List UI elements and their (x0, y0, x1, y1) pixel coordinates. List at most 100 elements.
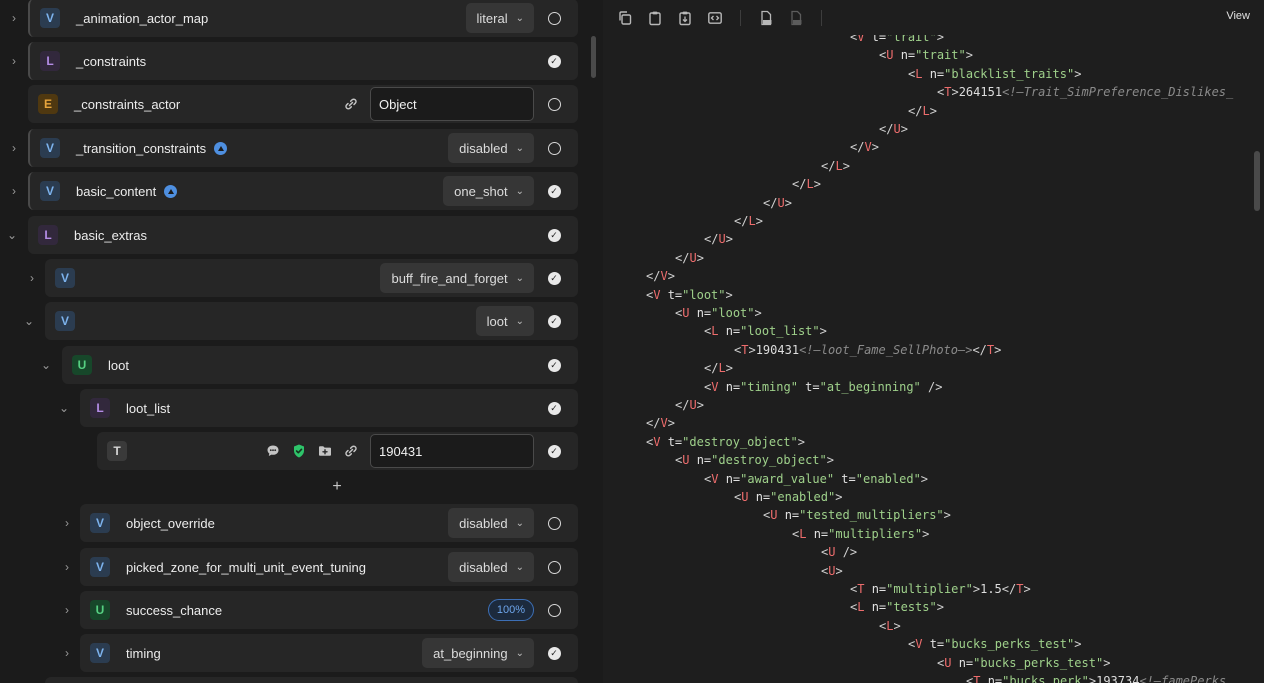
tree-row-picked-zone[interactable]: › V picked_zone_for_multi_unit_event_tun… (0, 548, 578, 586)
code-token: n= (922, 66, 945, 81)
code-token: n= (980, 674, 1003, 683)
value-input[interactable]: 190431 (370, 434, 534, 468)
link-icon[interactable] (342, 442, 360, 460)
chevron-down-icon[interactable]: ⌄ (3, 216, 21, 254)
percent-pill[interactable]: 100% (487, 599, 534, 621)
tree-row-object-override[interactable]: › V object_override disabled ⌄ (0, 504, 578, 542)
chevron-down-icon: ⌄ (515, 142, 524, 154)
code-token: > (797, 434, 805, 449)
code-token: L (718, 361, 726, 376)
value-type-badge: V (90, 513, 110, 533)
code-line: <U n="destroy_object"> (675, 451, 834, 469)
chevron-right-icon[interactable]: › (23, 259, 41, 297)
verified-shield-icon[interactable] (290, 442, 308, 460)
variant-dropdown[interactable]: buff_fire_and_forget ⌄ (380, 263, 534, 293)
status-toggle[interactable]: ✓ (542, 309, 566, 333)
status-toggle[interactable] (542, 555, 566, 579)
paste-icon[interactable] (644, 7, 666, 29)
chevron-down-icon[interactable]: ⌄ (37, 346, 55, 384)
add-folder-icon[interactable] (316, 442, 334, 460)
chevron-right-icon[interactable]: › (58, 504, 76, 542)
chevron-right-icon[interactable]: › (58, 634, 76, 672)
chevron-right-icon[interactable]: › (5, 172, 23, 210)
chevron-down-icon: ⌄ (515, 647, 524, 659)
tree-row-loot-list[interactable]: ⌄ L loot_list ✓ (0, 389, 578, 427)
tree-row-timing[interactable]: › V timing at_beginning ⌄ ✓ (0, 634, 578, 672)
copy-icon[interactable] (614, 7, 636, 29)
tree-row-basic-extras[interactable]: ⌄ L basic_extras ✓ (0, 216, 578, 254)
tree-scrollbar[interactable] (588, 0, 600, 683)
tree-row-constraints[interactable]: › L _constraints ✓ (0, 42, 578, 80)
tree-row-animation-actor-map[interactable]: › V _animation_actor_map literal ⌄ (0, 0, 578, 37)
chevron-right-icon[interactable]: › (5, 129, 23, 167)
tree-row-extra-variant[interactable]: › V buff_fire_and_forget ⌄ ✓ (0, 259, 578, 297)
chevron-right-icon[interactable]: › (5, 42, 23, 80)
scrollbar-thumb[interactable] (591, 36, 596, 78)
tree-row-extra-variant[interactable]: ⌄ V loot ⌄ ✓ (0, 302, 578, 340)
dropdown-value: one_shot (454, 183, 508, 199)
check-circle-icon: ✓ (547, 444, 561, 458)
chevron-right-icon[interactable]: › (5, 0, 23, 37)
status-toggle[interactable] (542, 136, 566, 160)
xml-file-icon[interactable] (755, 7, 777, 29)
variant-dropdown[interactable]: disabled ⌄ (448, 552, 534, 582)
status-toggle[interactable] (542, 598, 566, 622)
chevron-down-icon[interactable]: ⌄ (55, 389, 73, 427)
variant-dropdown[interactable]: literal ⌄ (465, 3, 534, 33)
code-brackets-icon[interactable] (704, 7, 726, 29)
status-toggle[interactable] (542, 6, 566, 30)
code-token: n= (864, 582, 887, 596)
row-card: L basic_extras ✓ (28, 216, 578, 254)
status-toggle[interactable]: ✓ (542, 266, 566, 290)
variant-dropdown[interactable]: one_shot ⌄ (443, 176, 534, 206)
tree-row-partial[interactable] (0, 677, 578, 683)
tree-row-loot[interactable]: ⌄ U loot ✓ (0, 346, 578, 384)
value-input[interactable]: Object (370, 87, 534, 121)
tree-row-loot-entry[interactable]: T 190431 ✓ (0, 432, 578, 470)
status-toggle[interactable]: ✓ (542, 353, 566, 377)
status-toggle[interactable]: ✓ (542, 179, 566, 203)
chevron-down-icon[interactable]: ⌄ (20, 302, 38, 340)
status-toggle[interactable]: ✓ (542, 439, 566, 463)
status-toggle[interactable] (542, 92, 566, 116)
status-toggle[interactable]: ✓ (542, 396, 566, 420)
value-type-badge: V (40, 8, 60, 28)
code-token: n= (893, 48, 916, 63)
status-toggle[interactable]: ✓ (542, 223, 566, 247)
check-circle-icon: ✓ (547, 271, 561, 285)
list-type-badge: L (40, 51, 60, 71)
link-icon[interactable] (342, 95, 360, 113)
comment-icon[interactable] (264, 442, 282, 460)
row-label: basic_extras (74, 227, 147, 243)
chevron-right-icon[interactable]: › (58, 548, 76, 586)
paste-special-icon[interactable] (674, 7, 696, 29)
add-item-button[interactable]: + (326, 477, 348, 497)
editor-toolbar: View (603, 0, 1264, 35)
status-toggle[interactable] (542, 511, 566, 535)
code-token: </ (763, 195, 778, 210)
scrollbar-thumb[interactable] (1254, 151, 1260, 211)
code-token: > (929, 103, 937, 118)
xml-code-view[interactable]: <V t="trait"> <U n="trait"> <L n="blacklis… (603, 35, 1249, 683)
editor-scrollbar[interactable] (1249, 35, 1264, 683)
variant-dropdown[interactable]: disabled ⌄ (448, 508, 534, 538)
status-toggle[interactable]: ✓ (542, 49, 566, 73)
code-token: > (1074, 66, 1082, 81)
xml-file-disabled-icon[interactable] (785, 7, 807, 29)
variant-dropdown[interactable]: loot ⌄ (475, 306, 534, 336)
info-icon[interactable] (164, 184, 178, 198)
row-card (45, 677, 578, 683)
view-menu-button[interactable]: View (1226, 10, 1250, 22)
chevron-right-icon[interactable]: › (58, 591, 76, 629)
tree-row-transition-constraints[interactable]: › V _transition_constraints disabled ⌄ (0, 129, 578, 167)
status-toggle[interactable]: ✓ (542, 641, 566, 665)
xml-editor-panel: View <V t="trait"> <U n="trait"> <L n="bla… (603, 0, 1264, 683)
row-label: timing (126, 645, 161, 661)
tree-row-success-chance[interactable]: › U success_chance 100% (0, 591, 578, 629)
variant-dropdown[interactable]: disabled ⌄ (448, 133, 534, 163)
tree-row-constraints-actor[interactable]: E _constraints_actor Object (0, 85, 578, 123)
tree-row-basic-content[interactable]: › V basic_content one_shot ⌄ ✓ (0, 172, 578, 210)
variant-dropdown[interactable]: at_beginning ⌄ (422, 638, 534, 668)
code-token: "bucks_perk" (1002, 674, 1089, 683)
info-icon[interactable] (214, 141, 228, 155)
